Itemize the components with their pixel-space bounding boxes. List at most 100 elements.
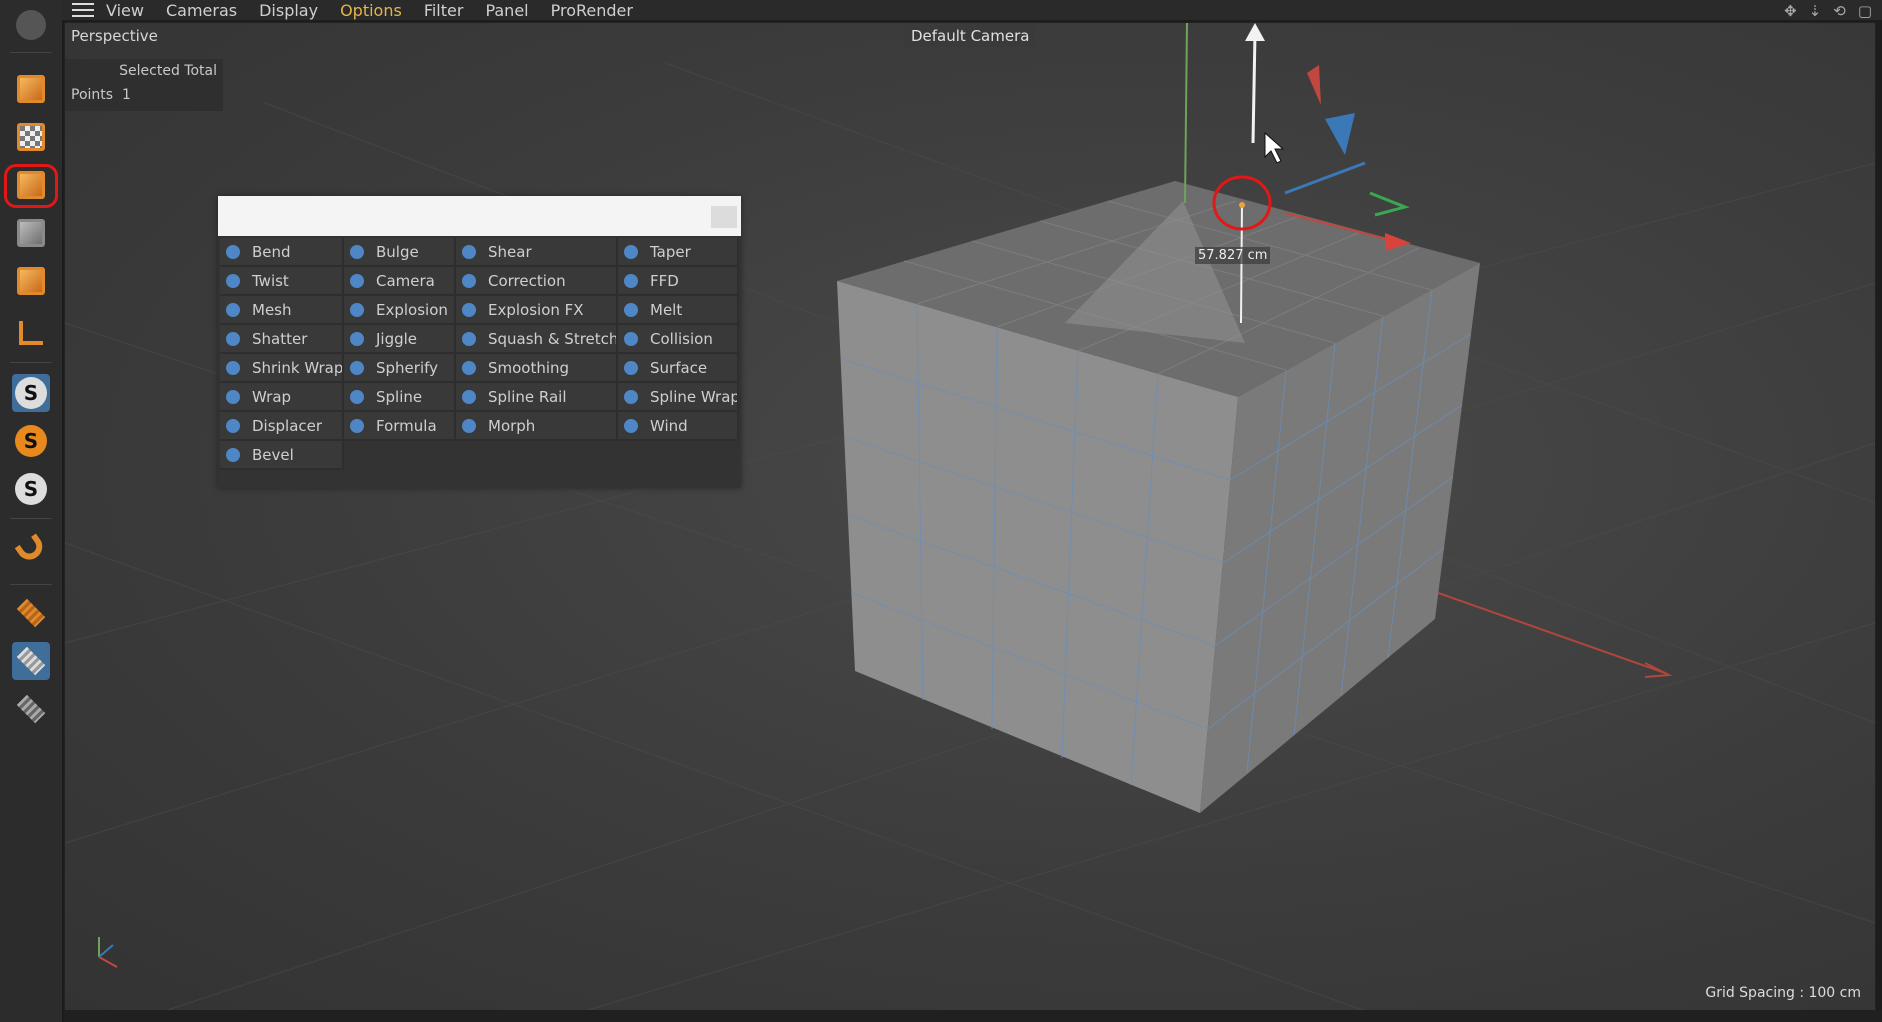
camera-label[interactable]: Default Camera	[905, 25, 1036, 47]
deformer-item-explosion-fx[interactable]: Explosion FX	[456, 296, 618, 325]
deformer-item-camera[interactable]: Camera	[344, 267, 456, 296]
displacer-icon	[226, 418, 240, 433]
move-icon[interactable]: ✥	[1784, 2, 1797, 20]
deformer-popup: Bend Bulge Shear Taper Twist Camera Corr…	[218, 196, 741, 488]
grey-cube-icon[interactable]	[12, 214, 50, 252]
deformer-label: Spline	[376, 387, 423, 406]
menu-prorender[interactable]: ProRender	[551, 1, 633, 20]
deformer-label: Correction	[488, 271, 566, 290]
deformer-label: Wrap	[252, 387, 292, 406]
deformer-item-ffd[interactable]: FFD	[618, 267, 739, 296]
plane-icon[interactable]	[12, 594, 50, 632]
deformer-item-bulge[interactable]: Bulge	[344, 238, 456, 267]
deformer-item-bend[interactable]: Bend	[220, 238, 344, 267]
popup-search-button[interactable]	[711, 206, 737, 228]
deformer-item-displacer[interactable]: Displacer	[220, 412, 344, 441]
menu-display[interactable]: Display	[259, 1, 318, 20]
shatter-icon	[226, 331, 240, 346]
snap-s-orange-icon[interactable]: S	[12, 422, 50, 460]
deformer-item-wind[interactable]: Wind	[618, 412, 739, 441]
hud-points-row: Points 1	[71, 87, 131, 103]
mesh-icon	[226, 302, 240, 317]
deformer-item-collision[interactable]: Collision	[618, 325, 739, 354]
deformer-item-correction[interactable]: Correction	[456, 267, 618, 296]
deformer-item-twist[interactable]: Twist	[220, 267, 344, 296]
deformer-label: Surface	[650, 358, 708, 377]
bevel-icon	[226, 447, 240, 462]
deformer-item-shatter[interactable]: Shatter	[220, 325, 344, 354]
grid-spacing-label: Grid Spacing : 100 cm	[1705, 985, 1861, 1001]
deformer-label: Twist	[252, 271, 289, 290]
popup-search-field[interactable]	[218, 196, 741, 236]
maximize-icon[interactable]: ▢	[1858, 2, 1872, 20]
toolbar-divider	[10, 52, 52, 53]
ffd-icon	[624, 273, 638, 288]
snap-s-grey-icon[interactable]: S	[12, 470, 50, 508]
deformer-item-melt[interactable]: Melt	[618, 296, 739, 325]
highlight-circle	[4, 164, 58, 208]
axis-icon[interactable]	[12, 314, 50, 352]
deformer-label: Bevel	[252, 445, 294, 464]
deformer-label: Shrink Wrap	[252, 358, 344, 377]
deformer-item-mesh[interactable]: Mesh	[220, 296, 344, 325]
collision-icon	[624, 331, 638, 346]
deformer-item-jiggle[interactable]: Jiggle	[344, 325, 456, 354]
perspective-viewport[interactable]: Perspective Default Camera Selected Tota…	[64, 22, 1876, 1012]
cube-icon[interactable]	[12, 70, 50, 108]
deformer-item-bevel[interactable]: Bevel	[220, 441, 344, 470]
deformer-item-smoothing[interactable]: Smoothing	[456, 354, 618, 383]
menu-view[interactable]: View	[106, 1, 144, 20]
wrap-icon	[226, 389, 240, 404]
shrink-wrap-icon	[226, 360, 240, 375]
menu-cameras[interactable]: Cameras	[166, 1, 237, 20]
deformer-item-shrink-wrap[interactable]: Shrink Wrap	[220, 354, 344, 383]
morph-icon	[462, 418, 476, 433]
surface-icon	[624, 360, 638, 375]
deformer-label: Spline Rail	[488, 387, 567, 406]
deformer-item-spline-wrap[interactable]: Spline Wrap	[618, 383, 739, 412]
hamburger-menu-icon[interactable]	[72, 3, 94, 17]
orange-cube-icon[interactable]	[12, 262, 50, 300]
deformer-item-morph[interactable]: Morph	[456, 412, 618, 441]
scene-canvas	[65, 23, 1875, 1011]
deformer-item-squash-stretch[interactable]: Squash & Stretch	[456, 325, 618, 354]
deformer-item-shear[interactable]: Shear	[456, 238, 618, 267]
deformer-label: Camera	[376, 271, 435, 290]
deformer-item-explosion[interactable]: Explosion	[344, 296, 456, 325]
rotate-icon[interactable]: ⟲	[1833, 2, 1846, 20]
deformer-item-spherify[interactable]: Spherify	[344, 354, 456, 383]
locked-plane-icon[interactable]	[12, 642, 50, 680]
explosion-icon	[350, 302, 364, 317]
menu-options[interactable]: Options	[340, 1, 402, 20]
menu-filter[interactable]: Filter	[424, 1, 464, 20]
selection-hud: Selected Total Points 1	[65, 59, 223, 111]
snap-s-icon[interactable]: S	[12, 374, 50, 412]
deformer-item-taper[interactable]: Taper	[618, 238, 739, 267]
deformer-item-wrap[interactable]: Wrap	[220, 383, 344, 412]
view-mode-label: Perspective	[71, 27, 158, 45]
deformer-label: Formula	[376, 416, 437, 435]
bottom-strip	[64, 1010, 1882, 1022]
plane-gear-icon[interactable]	[12, 690, 50, 728]
pan-icon[interactable]: ⇣	[1809, 2, 1822, 20]
deformer-item-surface[interactable]: Surface	[618, 354, 739, 383]
camera-icon	[350, 273, 364, 288]
viewport-menubar: View Cameras Display Options Filter Pane…	[62, 0, 1882, 20]
spline-wrap-icon	[624, 389, 638, 404]
deformer-label: Bulge	[376, 242, 419, 261]
menu-panel[interactable]: Panel	[485, 1, 528, 20]
deformer-label: Explosion	[376, 300, 448, 319]
deformer-item-formula[interactable]: Formula	[344, 412, 456, 441]
deformer-label: Smoothing	[488, 358, 570, 377]
magnet-icon[interactable]	[12, 530, 50, 568]
app-logo-icon	[12, 6, 50, 44]
checker-cube-icon[interactable]	[12, 118, 50, 156]
squash-stretch-icon	[462, 331, 476, 346]
deformer-label: Morph	[488, 416, 536, 435]
deformer-item-spline-rail[interactable]: Spline Rail	[456, 383, 618, 412]
deformer-item-spline[interactable]: Spline	[344, 383, 456, 412]
spline-rail-icon	[462, 389, 476, 404]
melt-icon	[624, 302, 638, 317]
deformer-label: Shear	[488, 242, 532, 261]
deformer-label: Mesh	[252, 300, 292, 319]
